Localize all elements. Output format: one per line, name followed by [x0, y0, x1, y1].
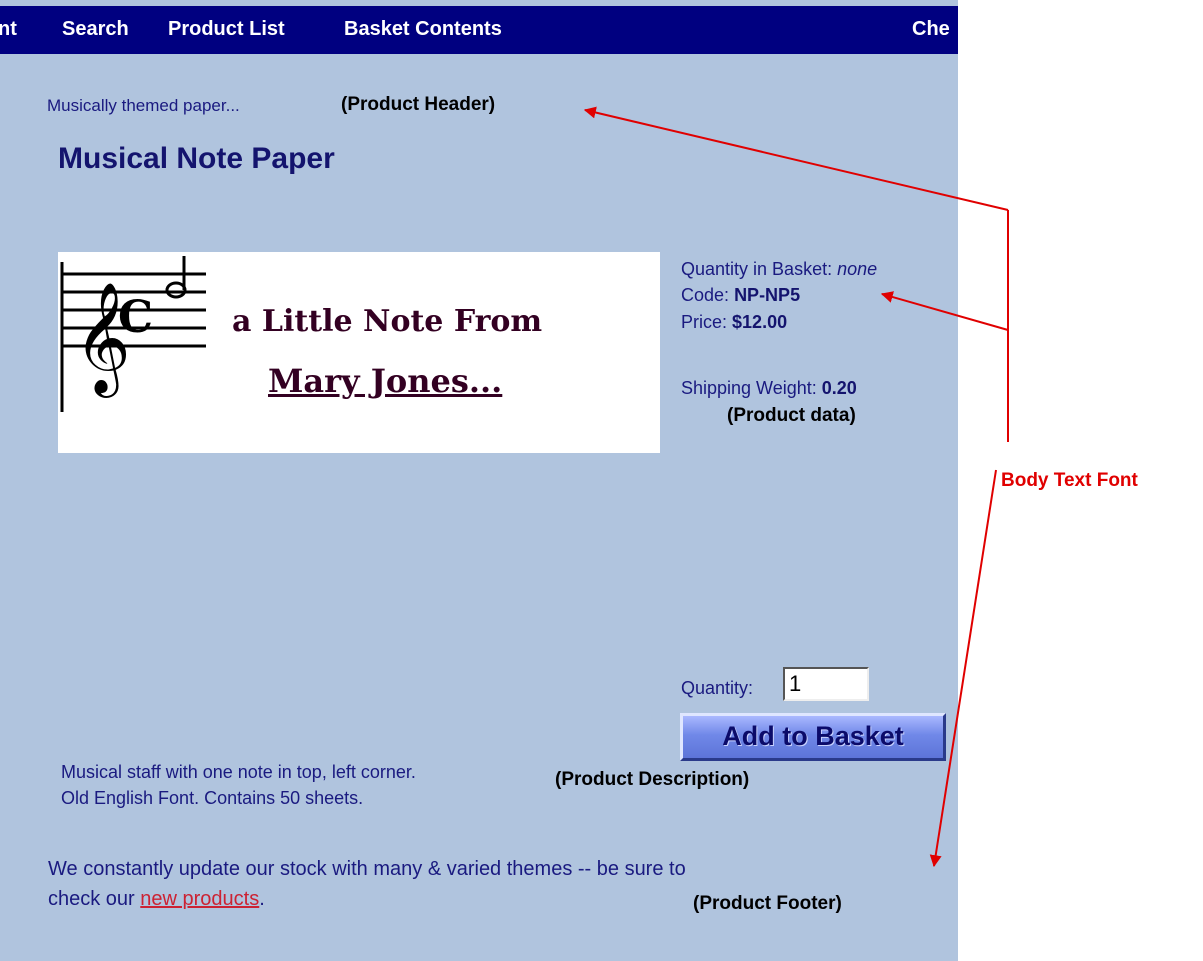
arrow-to-product-header	[583, 106, 1009, 211]
arrow-to-product-footer	[929, 469, 997, 868]
arrow-to-product-data	[880, 291, 1009, 331]
annotation-body-text-font: Body Text Font	[1001, 470, 1138, 491]
